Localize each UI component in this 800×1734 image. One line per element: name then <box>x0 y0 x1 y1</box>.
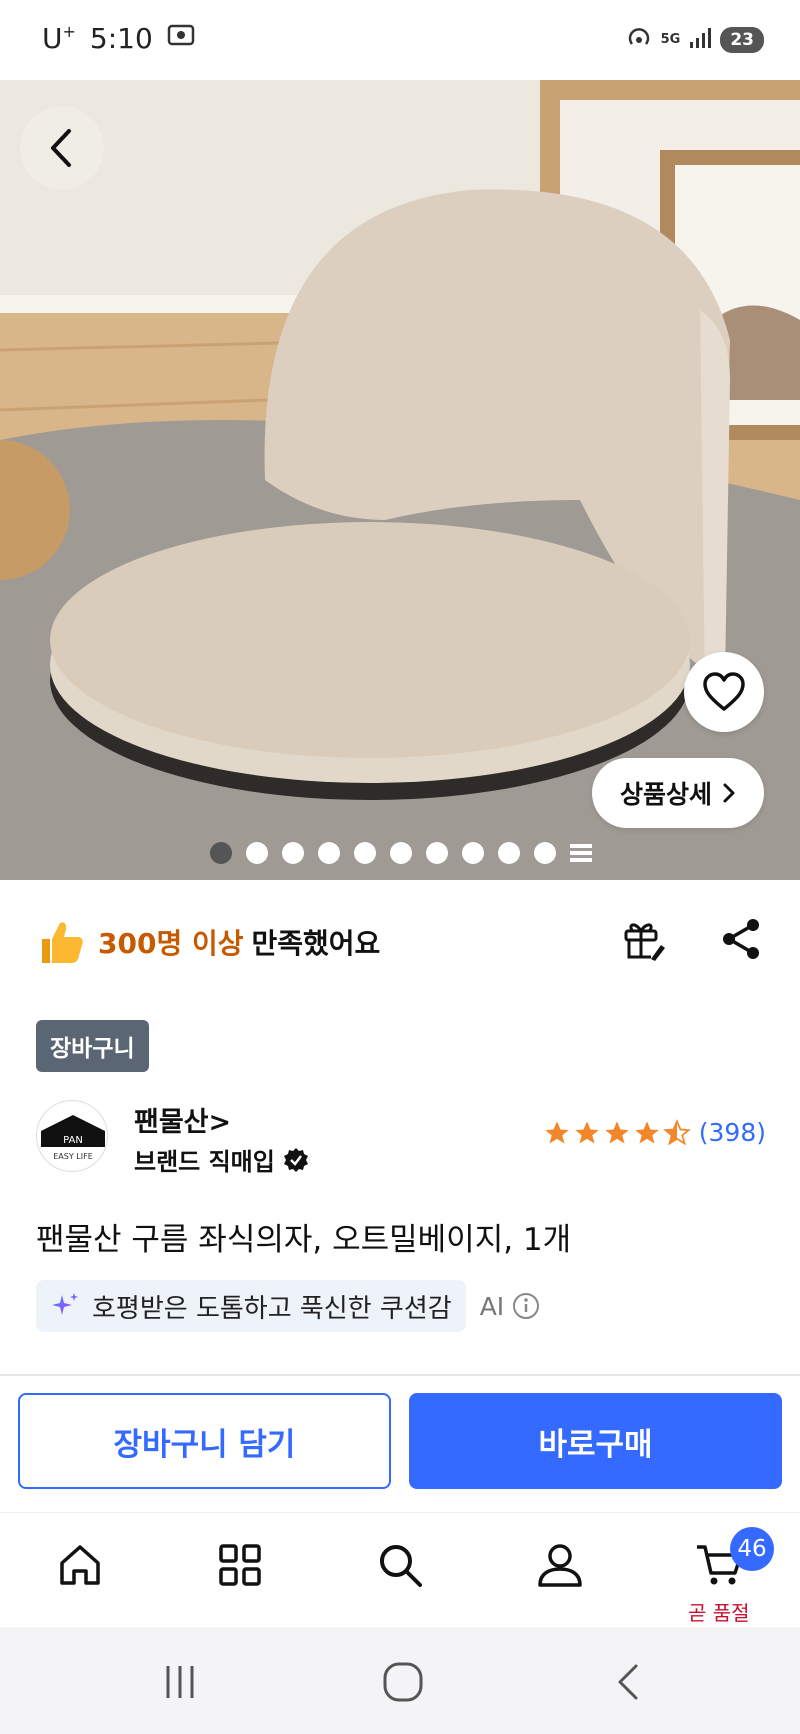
carousel-dot[interactable] <box>534 842 556 864</box>
clock: 5:10 <box>89 22 153 55</box>
add-to-cart-button[interactable]: 장바구니 담기 <box>18 1393 391 1489</box>
verified-badge-icon <box>283 1147 308 1172</box>
heart-icon <box>703 672 745 711</box>
rating-stars <box>543 1118 691 1147</box>
carousel-dot[interactable] <box>318 842 340 864</box>
system-navigation-bar <box>0 1627 800 1734</box>
nav-home[interactable] <box>50 1535 110 1595</box>
product-detail-label: 상품상세 <box>619 780 712 809</box>
cart-soldout-label: 곧 품절 <box>688 1601 750 1625</box>
signal-icon <box>688 26 712 54</box>
brand-logo-image: PAN EASY LIFE <box>41 1115 105 1161</box>
search-icon <box>380 1545 422 1587</box>
star-icon <box>605 1120 629 1143</box>
carousel-dot[interactable] <box>210 842 232 864</box>
home-system-button[interactable] <box>378 1657 428 1707</box>
carrier-label: U+ <box>42 22 76 55</box>
svg-text:PAN: PAN <box>63 1135 83 1146</box>
satisfaction-count: 300명 이상 <box>98 927 244 960</box>
carousel-dot[interactable] <box>390 842 412 864</box>
carousel-dot[interactable] <box>246 842 268 864</box>
nav-search[interactable] <box>370 1535 430 1595</box>
hotspot-icon <box>625 24 653 56</box>
svg-text:EASY LIFE: EASY LIFE <box>53 1152 93 1161</box>
cart-count-badge: 46 <box>730 1527 774 1571</box>
share-icon <box>723 919 759 959</box>
user-icon <box>538 1544 582 1587</box>
carousel-dot[interactable] <box>426 842 448 864</box>
home-icon <box>60 1545 100 1585</box>
bottom-navigation: 46 곧 품절 <box>0 1512 800 1627</box>
ai-summary-row: 호평받은 도톰하고 푹신한 쿠션감 AI <box>36 1280 540 1332</box>
product-title: 팬물산 구름 좌식의자, 오트밀베이지, 1개 <box>36 1222 572 1258</box>
ai-summary-chip[interactable]: 호평받은 도톰하고 푹신한 쿠션감 <box>36 1280 466 1332</box>
star-icon <box>575 1120 599 1143</box>
product-detail-button[interactable]: 상품상세 <box>592 758 764 828</box>
nav-categories[interactable] <box>210 1535 270 1595</box>
home-circle-icon <box>383 1662 423 1702</box>
nav-my-account[interactable] <box>530 1535 590 1595</box>
screenshot-icon <box>167 22 195 55</box>
buy-now-button[interactable]: 바로구매 <box>409 1393 782 1489</box>
star-icon <box>545 1120 569 1143</box>
ai-summary-text: 호평받은 도톰하고 푹신한 쿠션감 <box>92 1293 452 1324</box>
carousel-dot[interactable] <box>354 842 376 864</box>
share-button[interactable] <box>716 914 766 964</box>
review-count[interactable]: (398) <box>699 1118 766 1147</box>
carousel-dot[interactable] <box>498 842 520 864</box>
back-arrow-icon <box>618 1664 638 1700</box>
info-icon <box>513 1293 540 1319</box>
back-button[interactable] <box>20 106 104 190</box>
satisfaction-text: 만족했어요 <box>251 927 381 960</box>
chevron-left-icon <box>51 129 71 167</box>
sparkle-icon <box>52 1293 78 1315</box>
status-bar: U+ 5:10 5G 23 <box>0 0 800 80</box>
back-system-button[interactable] <box>603 1657 653 1707</box>
categories-icon <box>219 1544 261 1586</box>
rating-summary[interactable]: (398) <box>543 1118 766 1147</box>
gift-icon <box>624 923 665 961</box>
brand-row: PAN EASY LIFE 팬물산> 브랜드 직매입 (398) <box>36 1098 766 1178</box>
gift-button[interactable] <box>618 914 668 964</box>
chevron-right-icon <box>723 783 735 803</box>
product-image-carousel[interactable]: 상품상세 <box>0 80 800 880</box>
recents-icon <box>166 1666 194 1698</box>
carousel-dot[interactable] <box>282 842 304 864</box>
half-star-icon <box>662 1118 691 1145</box>
wishlist-button[interactable] <box>684 652 764 732</box>
carousel-indicator <box>210 842 592 864</box>
brand-logo[interactable]: PAN EASY LIFE <box>36 1100 108 1172</box>
ai-info[interactable]: AI <box>480 1292 540 1321</box>
cart-status-badge: 장바구니 <box>36 1020 149 1072</box>
recents-button[interactable] <box>155 1657 205 1707</box>
carousel-dot[interactable] <box>462 842 484 864</box>
network-label: 5G <box>660 32 681 47</box>
brand-direct-label: 브랜드 직매입 <box>134 1142 309 1177</box>
section-divider <box>0 1374 800 1376</box>
brand-name-link[interactable]: 팬물산> <box>134 1100 231 1139</box>
battery-indicator: 23 <box>720 27 764 53</box>
satisfaction-row: 300명 이상 만족했어요 <box>36 910 766 974</box>
thumbs-up-icon <box>42 922 83 963</box>
star-icon <box>635 1120 659 1143</box>
carousel-grid-icon[interactable] <box>570 844 592 862</box>
